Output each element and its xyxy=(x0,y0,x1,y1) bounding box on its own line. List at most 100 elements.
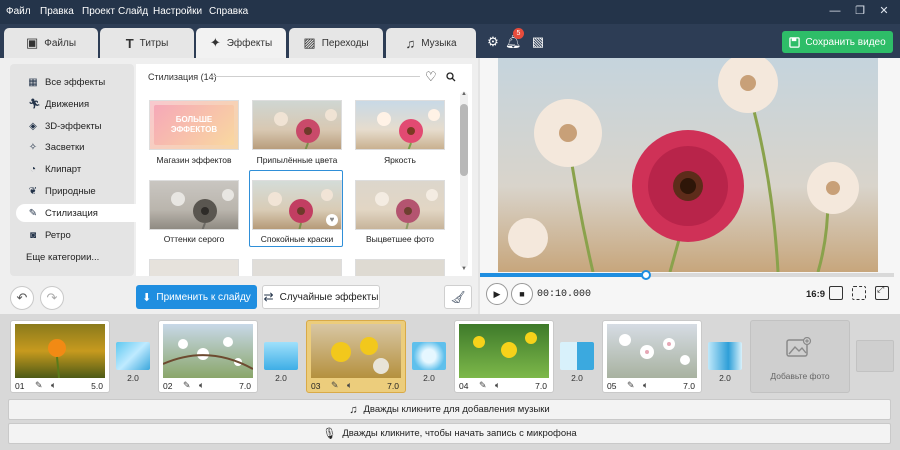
scroll-down-icon[interactable]: ▼ xyxy=(461,266,467,272)
gallery-title: Стилизация (14) xyxy=(148,72,217,82)
favorite-heart-icon[interactable]: ♥ xyxy=(326,214,338,226)
save-video-button[interactable]: Сохранить видео xyxy=(782,31,893,53)
menu-file[interactable]: Файл xyxy=(6,6,31,17)
transition-thumb[interactable] xyxy=(116,342,150,370)
menu-project[interactable]: Проект xyxy=(82,6,115,17)
transition-thumb[interactable] xyxy=(560,342,594,370)
menu-help[interactable]: Справка xyxy=(209,6,248,17)
pencil-icon[interactable]: ✎ xyxy=(627,380,635,391)
effect-thumb-calm[interactable]: ♥ xyxy=(252,180,342,230)
tab-music[interactable]: ♫ Музыка xyxy=(386,28,476,58)
close-icon[interactable]: ✕ xyxy=(877,4,891,18)
menu-edit[interactable]: Правка xyxy=(40,6,74,17)
category-label: Природные xyxy=(45,185,96,197)
menu-slide[interactable]: Слайд xyxy=(118,6,148,17)
effect-thumb-partial[interactable] xyxy=(355,259,445,276)
category-glare[interactable]: ✧ Засветки xyxy=(16,138,134,156)
effect-thumb-grayscale[interactable] xyxy=(149,180,239,230)
tab-label: Эффекты xyxy=(226,37,273,49)
leaf-icon: ❦ xyxy=(28,185,38,197)
stop-icon: ■ xyxy=(519,289,525,299)
redo-button[interactable]: ↷ xyxy=(40,286,64,310)
category-clipart[interactable]: ◔ Клипарт xyxy=(16,160,134,178)
broom-icon: 🧹︎ xyxy=(450,290,466,304)
gallery-icon[interactable]: ▧ xyxy=(530,34,546,50)
play-icon: ▶ xyxy=(493,289,501,299)
transitions-icon: ▨ xyxy=(303,35,316,50)
fit-frame-icon[interactable] xyxy=(829,286,843,300)
music-track[interactable]: ♫ Дважды кликните для добавления музыки xyxy=(8,399,891,420)
transition-duration: 2.0 xyxy=(127,373,139,383)
crop-icon[interactable] xyxy=(852,286,866,300)
slide-card[interactable]: 04 ✎ 🔈︎ 7.0 xyxy=(454,320,554,393)
tab-transitions[interactable]: ▨ Переходы xyxy=(289,28,383,58)
slide-duration: 5.0 xyxy=(91,381,103,391)
category-stylization[interactable]: ✎ Стилизация xyxy=(16,204,140,222)
tab-effects[interactable]: ✦ Эффекты xyxy=(196,28,286,58)
fullscreen-icon[interactable]: ⤢ xyxy=(875,284,889,300)
search-icon[interactable] xyxy=(446,72,456,82)
playback-progress-fill xyxy=(480,273,646,277)
apply-to-slide-button[interactable]: ⬇ Применить к слайду xyxy=(136,285,257,309)
clear-effects-button[interactable]: 🧹︎ xyxy=(444,285,472,309)
volume-icon[interactable]: 🔈︎ xyxy=(347,380,352,391)
tab-titles[interactable]: T Титры xyxy=(100,28,194,58)
scrollbar-thumb[interactable] xyxy=(460,104,468,176)
aspect-ratio-toggle[interactable]: 16:9 xyxy=(806,289,825,300)
volume-icon[interactable]: 🔈︎ xyxy=(51,380,56,391)
slide-card[interactable]: 05 ✎ 🔈︎ 7.0 xyxy=(602,320,702,393)
tab-bar: ▣ Файлы T Титры ✦ Эффекты ▨ Переходы ♫ Музыка… xyxy=(0,24,900,58)
effect-thumb-brightness[interactable] xyxy=(355,100,445,150)
category-3d[interactable]: ◈ 3D-эффекты xyxy=(16,117,134,135)
flower-photo xyxy=(171,189,234,229)
effect-thumb-partial[interactable] xyxy=(149,259,239,276)
slide-card[interactable]: 02 ✎ 🔈︎ 7.0 xyxy=(158,320,258,393)
transition-thumb[interactable] xyxy=(708,342,742,370)
maximize-icon[interactable]: ❐ xyxy=(853,4,867,18)
category-more[interactable]: Еще категории... xyxy=(16,248,134,266)
category-all-effects[interactable]: ▦ Все эффекты xyxy=(16,73,134,91)
apply-label: Применить к слайду xyxy=(156,291,251,303)
effect-label: Яркость xyxy=(384,155,416,165)
menu-settings[interactable]: Настройки xyxy=(153,6,202,17)
grid-icon: ▦ xyxy=(28,76,38,88)
transition-thumb[interactable] xyxy=(264,342,298,370)
undo-button[interactable]: ↶ xyxy=(10,286,34,310)
volume-icon[interactable]: 🔈︎ xyxy=(495,380,500,391)
category-motion[interactable]: 🏃︎ Движения xyxy=(16,95,134,113)
category-retro[interactable]: ◙ Ретро xyxy=(16,226,134,244)
random-effects-button[interactable]: ⇄ Случайные эффекты xyxy=(262,285,380,309)
microphone-track[interactable]: 🎙︎ Дважды кликните, чтобы начать запись … xyxy=(8,423,891,444)
volume-icon[interactable]: 🔈︎ xyxy=(643,380,648,391)
minimize-icon[interactable]: — xyxy=(828,4,842,18)
scroll-up-icon[interactable]: ▲ xyxy=(461,91,467,97)
play-button[interactable]: ▶ xyxy=(486,283,508,305)
effect-thumb-dusty[interactable] xyxy=(252,100,342,150)
category-label: Все эффекты xyxy=(45,76,106,88)
transition-thumb[interactable] xyxy=(412,342,446,370)
gear-icon[interactable]: ⚙ xyxy=(485,34,501,50)
pencil-icon[interactable]: ✎ xyxy=(183,380,191,391)
playback-scrubber[interactable] xyxy=(641,270,651,280)
slide-card-selected[interactable]: 03 ✎ 🔈︎ 7.0 xyxy=(306,320,406,393)
category-label: Движения xyxy=(45,98,90,110)
microphone-track-label: Дважды кликните, чтобы начать запись с м… xyxy=(342,428,577,439)
tab-files[interactable]: ▣ Файлы xyxy=(4,28,98,58)
slide-number: 05 xyxy=(607,381,617,391)
volume-icon[interactable]: 🔈︎ xyxy=(199,380,204,391)
slide-card[interactable]: 01 ✎ 🔈︎ 5.0 xyxy=(10,320,110,393)
effect-thumb-partial[interactable] xyxy=(252,259,342,276)
effect-thumb-faded[interactable] xyxy=(355,180,445,230)
pencil-icon[interactable]: ✎ xyxy=(35,380,43,391)
pencil-icon[interactable]: ✎ xyxy=(479,380,487,391)
effect-thumb-store[interactable]: БОЛЬШЕ ЭФФЕКТОВ xyxy=(149,100,239,150)
random-label: Случайные эффекты xyxy=(279,291,379,303)
tab-label: Титры xyxy=(139,37,169,49)
preview-video[interactable] xyxy=(498,58,878,272)
stop-button[interactable]: ■ xyxy=(511,283,533,305)
category-nature[interactable]: ❦ Природные xyxy=(16,182,134,200)
tab-label: Музыка xyxy=(421,37,457,49)
pencil-icon[interactable]: ✎ xyxy=(331,380,339,391)
heart-icon[interactable]: ♡ xyxy=(425,69,437,85)
slide-thumbnail xyxy=(459,324,549,378)
